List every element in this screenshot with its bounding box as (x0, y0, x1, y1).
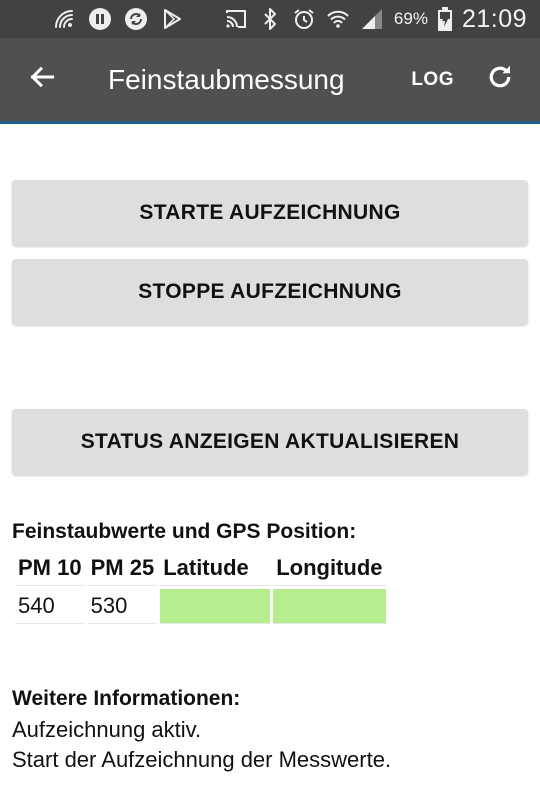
notification-icons (0, 7, 184, 31)
info-heading: Weitere Informationen: (12, 687, 241, 710)
battery-percent: 69% (393, 9, 428, 28)
values-heading: Feinstaubwerte und GPS Position: (12, 520, 357, 543)
column-header-pm25: PM 25 (87, 550, 158, 586)
pm10-value: 540 (15, 589, 85, 624)
play-store-icon (160, 7, 184, 31)
clock: 21:09 (461, 4, 527, 33)
status-bar: 69% 21:09 (0, 0, 540, 38)
stop-recording-button[interactable]: STOPPE AUFZEICHNUNG (12, 259, 528, 325)
refresh-button[interactable] (468, 37, 532, 123)
pause-circle-icon (88, 7, 112, 31)
column-header-longitude: Longitude (273, 550, 386, 586)
alarm-icon (292, 7, 316, 31)
log-button[interactable]: LOG (397, 37, 468, 123)
nfc-signal-icon (52, 7, 76, 31)
column-header-latitude: Latitude (160, 550, 271, 586)
back-button[interactable] (0, 37, 84, 123)
wifi-icon (326, 7, 350, 31)
values-table: PM 10 PM 25 Latitude Longitude 540 530 (12, 547, 389, 627)
cast-icon (224, 7, 248, 31)
start-recording-button[interactable]: STARTE AUFZEICHNUNG (12, 180, 528, 246)
longitude-value (273, 589, 386, 624)
app-bar: Feinstaubmessung LOG (0, 38, 540, 124)
latitude-value (160, 589, 271, 624)
cell-signal-icon (360, 7, 384, 31)
battery-charging-icon (437, 7, 452, 31)
info-status-text: Aufzeichnung aktiv. (12, 717, 202, 742)
sync-icon (124, 7, 148, 31)
pm25-value: 530 (87, 589, 158, 624)
info-detail-text: Start der Aufzeichnung der Messwerte. (12, 747, 392, 772)
page-title: Feinstaubmessung (108, 63, 345, 95)
bluetooth-icon (258, 7, 282, 31)
table-row: 540 530 (15, 589, 386, 624)
arrow-back-icon (28, 63, 56, 96)
refresh-icon (485, 62, 515, 97)
system-icons: 69% 21:09 (224, 5, 540, 34)
table-header-row: PM 10 PM 25 Latitude Longitude (15, 550, 386, 586)
refresh-status-button[interactable]: STATUS ANZEIGEN AKTUALISIEREN (12, 409, 528, 475)
column-header-pm10: PM 10 (15, 550, 85, 586)
